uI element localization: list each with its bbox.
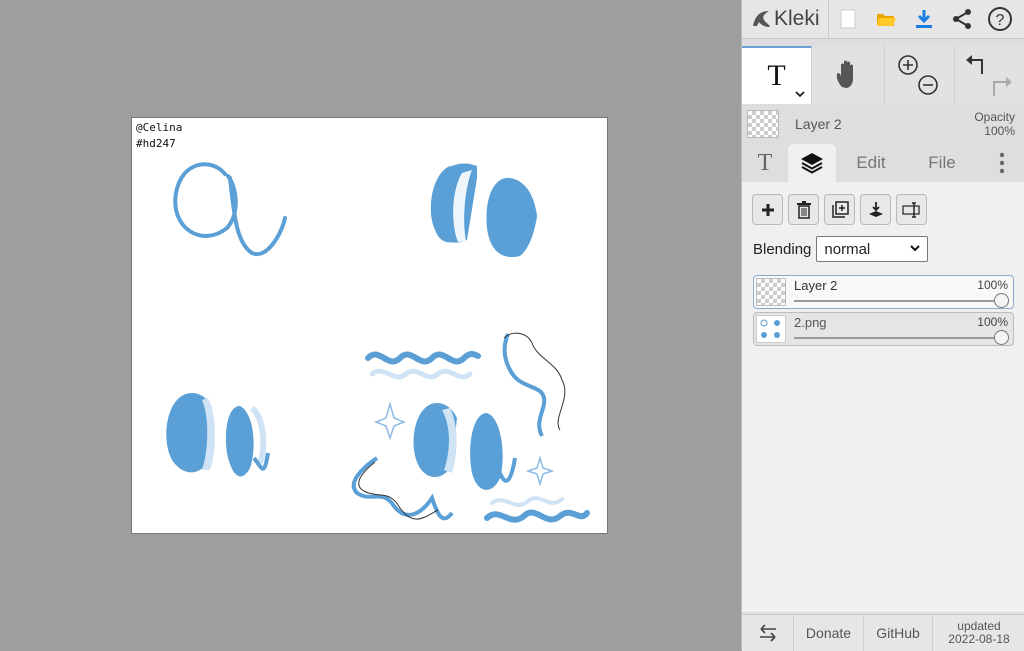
layer-name: Layer 2 <box>794 278 838 293</box>
undo-redo-buttons <box>955 46 1024 104</box>
kleki-logo-icon <box>753 11 770 27</box>
swap-arrows-icon <box>759 624 776 642</box>
open-button[interactable] <box>867 0 905 38</box>
layer-opacity-slider[interactable] <box>794 300 1001 302</box>
layers-icon <box>801 153 823 174</box>
delete-layer-button[interactable] <box>788 194 819 225</box>
add-layer-button[interactable] <box>752 194 783 225</box>
layer-opacity: 100% <box>977 315 1008 329</box>
new-image-button[interactable] <box>829 0 867 38</box>
blending-select[interactable]: normal <box>816 236 929 262</box>
canvas-artwork <box>166 162 590 523</box>
updated-date: 2022-08-18 <box>948 632 1010 646</box>
layer-thumbnail <box>756 315 786 343</box>
top-bar: Kleki ? <box>742 0 1024 39</box>
duplicate-icon <box>831 200 849 218</box>
help-button[interactable]: ? <box>981 0 1019 38</box>
trash-icon <box>796 200 811 219</box>
merge-down-icon <box>868 201 883 217</box>
footer-bar: Donate GitHub updated 2022-08-18 <box>742 614 1024 651</box>
opacity-label: Opacity <box>974 110 1015 124</box>
tab-edit[interactable]: Edit <box>836 144 906 182</box>
chevron-down-icon[interactable] <box>795 90 805 98</box>
text-tool-button[interactable]: T <box>742 46 812 104</box>
donate-link[interactable]: Donate <box>794 615 864 651</box>
hand-tool-button[interactable] <box>812 46 885 104</box>
zoom-buttons <box>885 46 955 104</box>
blending-value: normal <box>824 240 871 258</box>
panel-tabs: T Edit File <box>742 144 1024 182</box>
share-icon <box>952 9 971 29</box>
share-button[interactable] <box>943 0 981 38</box>
merge-down-button[interactable] <box>860 194 891 225</box>
download-button[interactable] <box>905 0 943 38</box>
zoom-in-icon[interactable] <box>897 55 918 75</box>
zoom-icons <box>897 55 938 95</box>
github-link[interactable]: GitHub <box>864 615 933 651</box>
help-icon: ? <box>987 7 1012 31</box>
open-folder-icon <box>876 14 896 26</box>
current-layer-opacity: Opacity 100% <box>974 110 1015 138</box>
opacity-value: 100% <box>984 124 1015 138</box>
layer-name: 2.png <box>794 315 827 330</box>
blending-label: Blending <box>753 240 812 258</box>
download-icon <box>915 10 932 28</box>
drawing-stage[interactable]: @Celina #hd247 <box>0 0 741 650</box>
more-vertical-icon <box>999 152 1004 174</box>
text-tool-label: T <box>767 59 786 92</box>
updated-info[interactable]: updated 2022-08-18 <box>933 615 1024 651</box>
kleki-logo[interactable]: Kleki <box>742 0 829 38</box>
current-layer-info: Layer 2 Opacity 100% <box>742 104 1024 144</box>
current-layer-name: Layer 2 <box>795 116 842 132</box>
undo-redo-icons <box>966 55 1012 96</box>
layer-actions <box>752 194 927 225</box>
chevron-down-icon <box>910 245 921 252</box>
layer-opacity-slider-handle[interactable] <box>994 330 1009 345</box>
layer-preview-image <box>760 319 780 338</box>
redo-icon[interactable] <box>993 77 1012 96</box>
current-layer-thumbnail <box>747 110 779 138</box>
help-glyph: ? <box>995 12 1004 29</box>
more-menu-button[interactable] <box>978 144 1024 182</box>
plus-icon <box>761 203 774 216</box>
layer-row[interactable]: 2.png 100% <box>753 312 1014 346</box>
duplicate-layer-button[interactable] <box>824 194 855 225</box>
app-name: Kleki <box>774 7 820 30</box>
drawing-canvas[interactable]: @Celina #hd247 <box>131 117 608 534</box>
rename-icon <box>901 201 920 218</box>
tab-layers[interactable] <box>788 144 836 182</box>
layer-thumbnail <box>756 278 786 306</box>
zoom-out-icon[interactable] <box>917 75 938 95</box>
new-image-icon <box>840 9 856 29</box>
tool-row: T <box>742 46 1024 104</box>
side-panel: Kleki ? T Layer 2 Opacity 100% T Edit Fi… <box>741 0 1024 651</box>
hand-icon <box>836 60 853 88</box>
tab-file[interactable]: File <box>906 144 978 182</box>
blending-control: Blending normal <box>753 236 929 262</box>
rename-layer-button[interactable] <box>896 194 927 225</box>
layer-opacity-slider[interactable] <box>794 337 1001 339</box>
undo-icon[interactable] <box>966 55 983 74</box>
layer-opacity: 100% <box>977 278 1008 292</box>
layer-opacity-slider-handle[interactable] <box>994 293 1009 308</box>
swap-side-button[interactable] <box>742 615 794 651</box>
tab-text-settings[interactable]: T <box>742 144 788 182</box>
layers-panel: Blending normal Layer 2 100% 2.png 100% <box>742 182 1024 612</box>
layer-row[interactable]: Layer 2 100% <box>753 275 1014 309</box>
